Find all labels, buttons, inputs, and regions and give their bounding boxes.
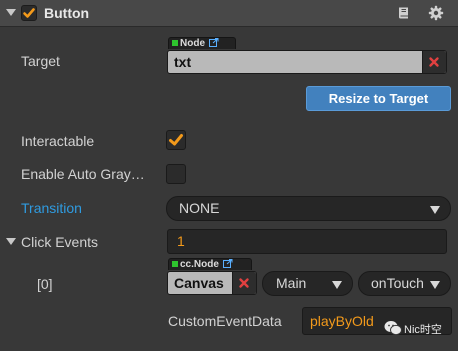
target-label: Target — [21, 53, 60, 69]
target-value: txt — [174, 54, 192, 70]
event-target-value: Canvas — [174, 275, 224, 291]
click-events-collapse-icon[interactable] — [6, 238, 16, 245]
dropdown-arrow-icon — [430, 206, 440, 214]
event-component-select[interactable]: Main — [262, 271, 353, 296]
custom-event-data-label: CustomEventData — [168, 313, 282, 329]
component-title: Button — [44, 5, 90, 21]
book-icon[interactable] — [397, 6, 411, 20]
watermark: Nic时空 — [384, 318, 458, 340]
watermark-text: Nic时空 — [404, 324, 442, 336]
checkmark-icon — [169, 134, 183, 146]
resize-to-target-button[interactable]: Resize to Target — [306, 86, 451, 111]
close-icon — [429, 57, 439, 67]
click-events-count-field[interactable]: 1 — [167, 229, 447, 254]
event-target-field[interactable]: Canvas — [167, 271, 257, 295]
component-header: Button — [0, 0, 458, 27]
auto-gray-label: Enable Auto Gray… — [21, 166, 145, 182]
event-target-clear-button[interactable] — [232, 272, 256, 294]
target-field[interactable]: txt — [167, 50, 447, 74]
transition-label: Transition — [21, 200, 82, 216]
interactable-checkbox[interactable] — [166, 130, 186, 150]
node-type-icon — [172, 40, 178, 46]
external-link-icon[interactable] — [208, 38, 219, 47]
component-enabled-checkbox[interactable] — [21, 5, 37, 21]
event-handler-select[interactable]: onTouch — [358, 271, 451, 296]
wechat-logo-icon — [384, 321, 402, 336]
click-events-count: 1 — [177, 233, 185, 249]
node-type-icon — [172, 261, 178, 267]
event-target-type-tag: cc.Node — [168, 258, 252, 270]
event-handler-value: onTouch — [371, 275, 424, 291]
transition-value: NONE — [179, 200, 220, 216]
external-link-icon[interactable] — [222, 259, 233, 268]
dropdown-arrow-icon — [332, 281, 342, 289]
transition-select[interactable]: NONE — [166, 196, 451, 221]
target-clear-button[interactable] — [422, 51, 446, 73]
target-type-tag: Node — [168, 37, 236, 49]
auto-gray-checkbox[interactable] — [166, 164, 186, 184]
checkmark-icon — [23, 8, 35, 18]
dropdown-arrow-icon — [430, 281, 440, 289]
event-component-value: Main — [276, 275, 307, 291]
custom-event-data-value: playByOld — [310, 313, 374, 329]
interactable-label: Interactable — [21, 133, 95, 149]
close-icon — [239, 278, 249, 288]
event-index-label: [0] — [37, 276, 53, 292]
click-events-label: Click Events — [21, 234, 99, 250]
collapse-arrow-icon[interactable] — [6, 9, 16, 16]
gear-icon[interactable] — [428, 5, 444, 21]
